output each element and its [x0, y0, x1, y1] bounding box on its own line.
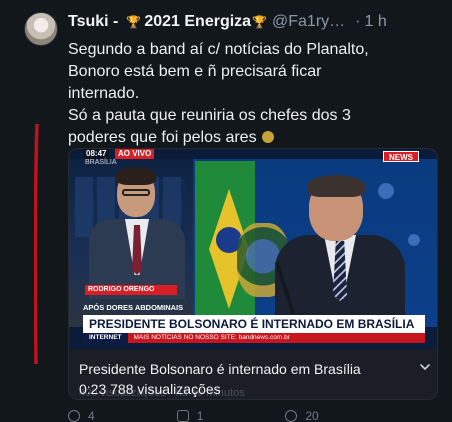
reply-count: 4: [88, 410, 95, 422]
retweet-count: 1: [196, 410, 204, 422]
author-name[interactable]: Tsuki -: [68, 13, 118, 31]
tweet-actions: 4 1 20: [68, 410, 368, 422]
live-badge: AO VIVO: [115, 149, 155, 159]
ticker-text: MAIS NOTÍCIAS NO NOSSO SITE: bandnews.co…: [133, 334, 290, 341]
trophy-icon: 🏆: [252, 15, 268, 29]
channel-logo: NEWS: [383, 151, 419, 162]
trophy-icon: 🏆: [126, 15, 142, 29]
retweet-icon: [176, 410, 189, 422]
ticker-label: INTERNET: [83, 333, 128, 343]
red-annotation-line: [34, 124, 39, 364]
tweet-time[interactable]: 1 h: [364, 13, 386, 31]
reporter-hair: [116, 167, 156, 185]
broadcast-location: BRASÍLIA: [85, 159, 117, 166]
video-caption[interactable]: 400 visualizações · há 40 minutos Presid…: [69, 349, 437, 399]
tweet-text: Segundo a band aí c/ notícias do Planalt…: [68, 39, 440, 149]
like-button[interactable]: 20: [285, 410, 319, 422]
tweet-header: Tsuki - 🏆 2021 Energiza 🏆 @Fa1ry… · 1 h: [68, 12, 387, 32]
video-card[interactable]: 08:47 AO VIVO BRASÍLIA NEWS RODRIGO OREN…: [68, 148, 438, 400]
video-stats: 0:23 788 visualizações: [79, 381, 221, 397]
tweet-body: Segundo a band aí c/ notícias do Planalt…: [68, 41, 369, 146]
video-player[interactable]: 08:47 AO VIVO BRASÍLIA NEWS RODRIGO OREN…: [69, 149, 437, 349]
reply-icon: [68, 410, 80, 422]
retweet-button[interactable]: 1: [176, 410, 204, 422]
like-count: 20: [305, 410, 319, 422]
heart-icon: [285, 410, 298, 422]
news-ticker: INTERNET MAIS NOTÍCIAS NO NOSSO SITE: ba…: [83, 333, 425, 343]
author-badge-text[interactable]: 2021 Energiza: [144, 13, 251, 31]
ball-emoji-icon: [261, 131, 274, 143]
reporter-name-tag: RODRIGO ORENGO: [85, 285, 177, 295]
headline-kicker: APÓS DORES ABDOMINAIS: [83, 303, 184, 312]
president-hair: [307, 175, 365, 197]
reporter-glasses: [122, 189, 150, 196]
video-title[interactable]: Presidente Bolsonaro é internado em Bras…: [79, 361, 361, 377]
reply-button[interactable]: 4: [68, 410, 95, 422]
author-handle[interactable]: @Fa1ry…: [272, 13, 345, 31]
separator-dot: ·: [355, 13, 361, 30]
news-headline: PRESIDENTE BOLSONARO É INTERNADO EM BRAS…: [83, 315, 425, 333]
chevron-down-icon[interactable]: [419, 361, 431, 373]
avatar[interactable]: [24, 12, 58, 46]
